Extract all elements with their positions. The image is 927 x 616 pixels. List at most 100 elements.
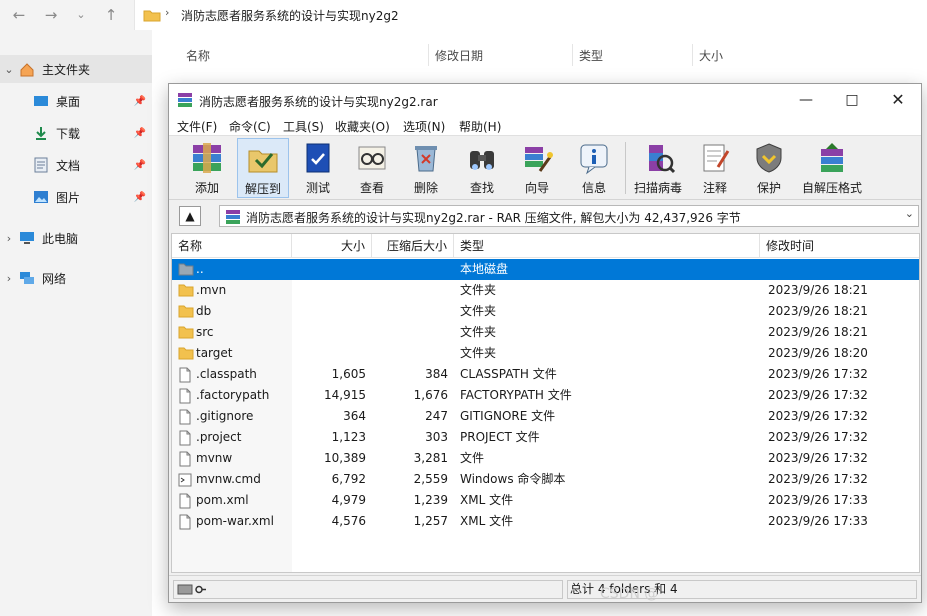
- table-row[interactable]: pom-war.xml 4,576 1,257 XML 文件 2023/9/26 17:…: [172, 511, 919, 532]
- minimize-icon[interactable]: —: [783, 84, 829, 116]
- cell-modified: 2023/9/26 17:32: [768, 367, 868, 381]
- cell-modified: [768, 259, 918, 280]
- pin-icon[interactable]: 📌: [134, 192, 146, 203]
- expand-chevron-icon[interactable]: ⌄: [0, 63, 18, 76]
- sidebar-item-desktop[interactable]: 桌面 📌: [0, 87, 152, 115]
- sidebar-item-this-pc[interactable]: › 此电脑: [0, 224, 152, 252]
- archive-path-text: 消防志愿者服务系统的设计与实现ny2g2.rar - RAR 压缩文件, 解包大…: [246, 211, 741, 225]
- cell-size: 10,389: [324, 451, 366, 465]
- explorer-column-header: 名称 修改日期 类型 大小: [152, 44, 927, 66]
- file-icon: [178, 388, 194, 404]
- network-icon: [18, 270, 36, 286]
- sidebar-item-documents[interactable]: 文档 📌: [0, 151, 152, 179]
- cell-size: 364: [343, 409, 366, 423]
- toolbar-virusscan-button[interactable]: 扫描病毒: [629, 138, 687, 198]
- cell-type: 文件夹: [460, 304, 497, 318]
- toolbar-view-button[interactable]: 查看: [345, 138, 399, 198]
- table-row[interactable]: target 文件夹 2023/9/26 18:20: [172, 343, 919, 364]
- cell-name: target: [196, 346, 233, 360]
- pin-icon[interactable]: 📌: [134, 128, 146, 139]
- picture-icon: [32, 189, 50, 205]
- header-type[interactable]: 类型: [454, 234, 760, 258]
- header-modified[interactable]: 修改时间: [760, 234, 919, 258]
- close-icon[interactable]: ✕: [875, 84, 921, 116]
- cell-type: 文件: [460, 451, 485, 465]
- toolbar-test-button[interactable]: 测试: [291, 138, 345, 198]
- toolbar-extract-button[interactable]: 解压到: [237, 138, 289, 198]
- toolbar-add-button[interactable]: 添加: [177, 138, 237, 198]
- status-left-pane: [173, 580, 563, 599]
- table-row[interactable]: .project 1,123 303 PROJECT 文件 2023/9/26 17:3…: [172, 427, 919, 448]
- menu-file[interactable]: 文件(F): [177, 118, 217, 135]
- address-bar[interactable]: › 消防志愿者服务系统的设计与实现ny2g2: [134, 0, 927, 30]
- sfx-archive-icon: [812, 138, 852, 178]
- toolbar-label: 保护: [756, 181, 781, 195]
- cell-modified: 2023/9/26 17:32: [768, 451, 868, 465]
- toolbar-protect-button[interactable]: 保护: [743, 138, 795, 198]
- toolbar-label: 测试: [305, 181, 330, 195]
- menu-tools[interactable]: 工具(S): [283, 118, 324, 135]
- cell-packed: 2,559: [413, 472, 448, 486]
- download-icon: [32, 125, 50, 141]
- table-row[interactable]: db 文件夹 2023/9/26 18:21: [172, 301, 919, 322]
- file-list-header: 名称 大小 压缩后大小 类型 修改时间: [172, 234, 919, 258]
- folder-icon: [178, 325, 194, 340]
- sidebar-item-downloads[interactable]: 下载 📌: [0, 119, 152, 147]
- table-row[interactable]: .mvn 文件夹 2023/9/26 18:21: [172, 280, 919, 301]
- breadcrumb-chevron-icon[interactable]: ›: [165, 6, 169, 19]
- toolbar-label: 注释: [702, 181, 727, 195]
- menu-commands[interactable]: 命令(C): [229, 118, 271, 135]
- toolbar-sfx-button[interactable]: 自解压格式: [797, 138, 867, 198]
- column-name[interactable]: 名称: [180, 44, 428, 66]
- header-name[interactable]: 名称: [172, 234, 292, 258]
- chevron-down-icon[interactable]: ⌄: [905, 207, 914, 220]
- table-row[interactable]: .classpath 1,605 384 CLASSPATH 文件 2023/9/26 …: [172, 364, 919, 385]
- column-size[interactable]: 大小: [692, 44, 812, 66]
- sidebar-item-pictures[interactable]: 图片 📌: [0, 183, 152, 211]
- table-row[interactable]: .gitignore 364 247 GITIGNORE 文件 2023/9/26 17…: [172, 406, 919, 427]
- expand-chevron-icon[interactable]: ›: [0, 272, 18, 285]
- cell-packed: 1,676: [413, 388, 448, 402]
- sidebar-item-home[interactable]: ⌄ 主文件夹: [0, 55, 152, 83]
- pin-icon[interactable]: 📌: [134, 160, 146, 171]
- cell-packed: 303: [425, 430, 448, 444]
- cell-modified: 2023/9/26 17:32: [768, 409, 868, 423]
- table-row[interactable]: .factorypath 14,915 1,676 FACTORYPATH 文件 202…: [172, 385, 919, 406]
- back-arrow-icon[interactable]: ←: [8, 4, 30, 26]
- sidebar-item-label: 此电脑: [42, 231, 79, 246]
- toolbar-comment-button[interactable]: 注释: [689, 138, 741, 198]
- table-row[interactable]: .. 本地磁盘: [172, 259, 919, 280]
- menu-options[interactable]: 选项(N): [403, 118, 445, 135]
- table-row[interactable]: pom.xml 4,979 1,239 XML 文件 2023/9/26 17:33: [172, 490, 919, 511]
- path-dropdown[interactable]: 消防志愿者服务系统的设计与实现ny2g2.rar - RAR 压缩文件, 解包大…: [219, 205, 919, 227]
- expand-chevron-icon[interactable]: ›: [0, 232, 18, 245]
- header-packed[interactable]: 压缩后大小: [372, 234, 454, 258]
- info-icon: [574, 138, 614, 178]
- toolbar-info-button[interactable]: 信息: [567, 138, 621, 198]
- toolbar-label: 扫描病毒: [633, 181, 682, 195]
- toolbar-delete-button[interactable]: 删除: [399, 138, 453, 198]
- maximize-icon[interactable]: □: [829, 84, 875, 116]
- file-icon: [178, 409, 194, 425]
- toolbar-wizard-button[interactable]: 向导: [509, 138, 565, 198]
- toolbar-label: 删除: [413, 181, 438, 195]
- menu-help[interactable]: 帮助(H): [459, 118, 501, 135]
- cell-modified: 2023/9/26 17:32: [768, 472, 868, 486]
- history-chevron-icon[interactable]: ⌄: [70, 4, 92, 26]
- forward-arrow-icon[interactable]: →: [40, 4, 62, 26]
- table-row[interactable]: mvnw 10,389 3,281 文件 2023/9/26 17:32: [172, 448, 919, 469]
- sidebar-item-network[interactable]: › 网络: [0, 264, 152, 292]
- cell-packed: [372, 301, 448, 322]
- up-arrow-icon[interactable]: ↑: [100, 4, 122, 26]
- table-row[interactable]: mvnw.cmd 6,792 2,559 Windows 命令脚本 2023/9/26 …: [172, 469, 919, 490]
- toolbar-find-button[interactable]: 查找: [455, 138, 509, 198]
- header-size[interactable]: 大小: [292, 234, 372, 258]
- pin-icon[interactable]: 📌: [134, 96, 146, 107]
- column-type[interactable]: 类型: [572, 44, 692, 66]
- up-level-button[interactable]: ▲: [179, 206, 201, 226]
- table-row[interactable]: src 文件夹 2023/9/26 18:21: [172, 322, 919, 343]
- sidebar-item-label: 主文件夹: [42, 62, 91, 77]
- column-modified[interactable]: 修改日期: [428, 44, 572, 66]
- menu-favorites[interactable]: 收藏夹(O): [335, 118, 390, 135]
- cell-modified: 2023/9/26 17:33: [768, 493, 868, 507]
